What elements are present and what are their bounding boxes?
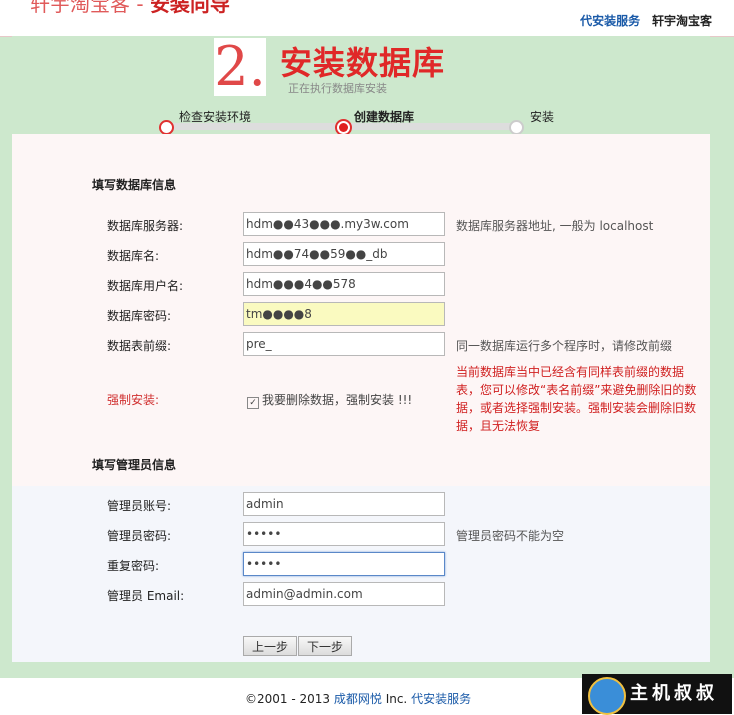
force-install-warning: 当前数据库当中已经含有同样表前缀的数据表，您可以修改“表名前缀”来避免删除旧的数… xyxy=(456,365,697,433)
db-section-title: 填写数据库信息 xyxy=(92,178,177,192)
checkbox-check-icon: ✓ xyxy=(247,397,259,409)
install-form: 填写数据库信息 数据库服务器: 数据库服务器地址, 一般为 localhost … xyxy=(12,134,710,662)
admin-section-title: 填写管理员信息 xyxy=(92,458,177,472)
site-logo: 轩宇淘宝客 - 安装向导 xyxy=(30,0,230,16)
top-links: 代安装服务 轩宇淘宝客 xyxy=(580,12,712,29)
page-subtitle: 正在执行数据库安装 xyxy=(288,82,387,95)
table-prefix-hint: 同一数据库运行多个程序时，请修改前缀 xyxy=(456,339,673,353)
company-link[interactable]: 成都网悦 xyxy=(334,692,382,706)
step-dot-check-env xyxy=(159,120,174,135)
db-server-label: 数据库服务器: xyxy=(107,219,184,233)
page-title: 安装数据库 xyxy=(280,44,446,82)
prev-step-button[interactable]: 上一步 xyxy=(243,636,298,656)
step-header: 2. 安装数据库 正在执行数据库安装 检查安装环境 创建数据库 安装 xyxy=(12,35,710,136)
admin-password-hint: 管理员密码不能为空 xyxy=(456,529,565,543)
db-server-hint: 数据库服务器地址, 一般为 localhost xyxy=(456,219,654,233)
force-install-checkbox[interactable]: ✓ 我要删除数据，强制安装 !!! xyxy=(247,391,412,409)
next-step-button[interactable]: 下一步 xyxy=(298,636,353,656)
admin-account-label: 管理员账号: xyxy=(107,499,172,513)
table-prefix-input[interactable] xyxy=(243,332,445,356)
admin-account-input[interactable] xyxy=(243,492,445,516)
mascot-icon xyxy=(588,677,626,715)
db-password-label: 数据库密码: xyxy=(107,309,172,323)
repeat-password-label: 重复密码: xyxy=(107,559,160,573)
admin-password-label: 管理员密码: xyxy=(107,529,172,543)
admin-email-label: 管理员 Email: xyxy=(107,589,185,603)
step-label-install: 安装 xyxy=(530,110,555,124)
brand-name: 轩宇淘宝客 xyxy=(651,14,712,28)
step-dot-install xyxy=(509,120,524,135)
install-service-link[interactable]: 代安装服务 xyxy=(580,14,640,28)
watermark-badge: 主机叔叔 xyxy=(582,674,732,715)
db-server-input[interactable] xyxy=(243,212,445,236)
copyright: ©2001 - 2013 成都网悦 Inc. 代安装服务 xyxy=(245,692,472,706)
admin-email-input[interactable] xyxy=(243,582,445,606)
repeat-password-input[interactable] xyxy=(243,552,445,576)
top-bar: 轩宇淘宝客 - 安装向导 代安装服务 轩宇淘宝客 xyxy=(0,0,734,37)
table-prefix-label: 数据表前缀: xyxy=(107,339,172,353)
db-user-label: 数据库用户名: xyxy=(107,279,184,293)
db-name-input[interactable] xyxy=(243,242,445,266)
step-number: 2. xyxy=(214,35,266,98)
db-password-input[interactable] xyxy=(243,302,445,326)
admin-password-input[interactable] xyxy=(243,522,445,546)
db-user-input[interactable] xyxy=(243,272,445,296)
db-name-label: 数据库名: xyxy=(107,249,160,263)
force-install-label: 强制安装: xyxy=(107,393,160,407)
footer-service-link[interactable]: 代安装服务 xyxy=(411,692,471,706)
